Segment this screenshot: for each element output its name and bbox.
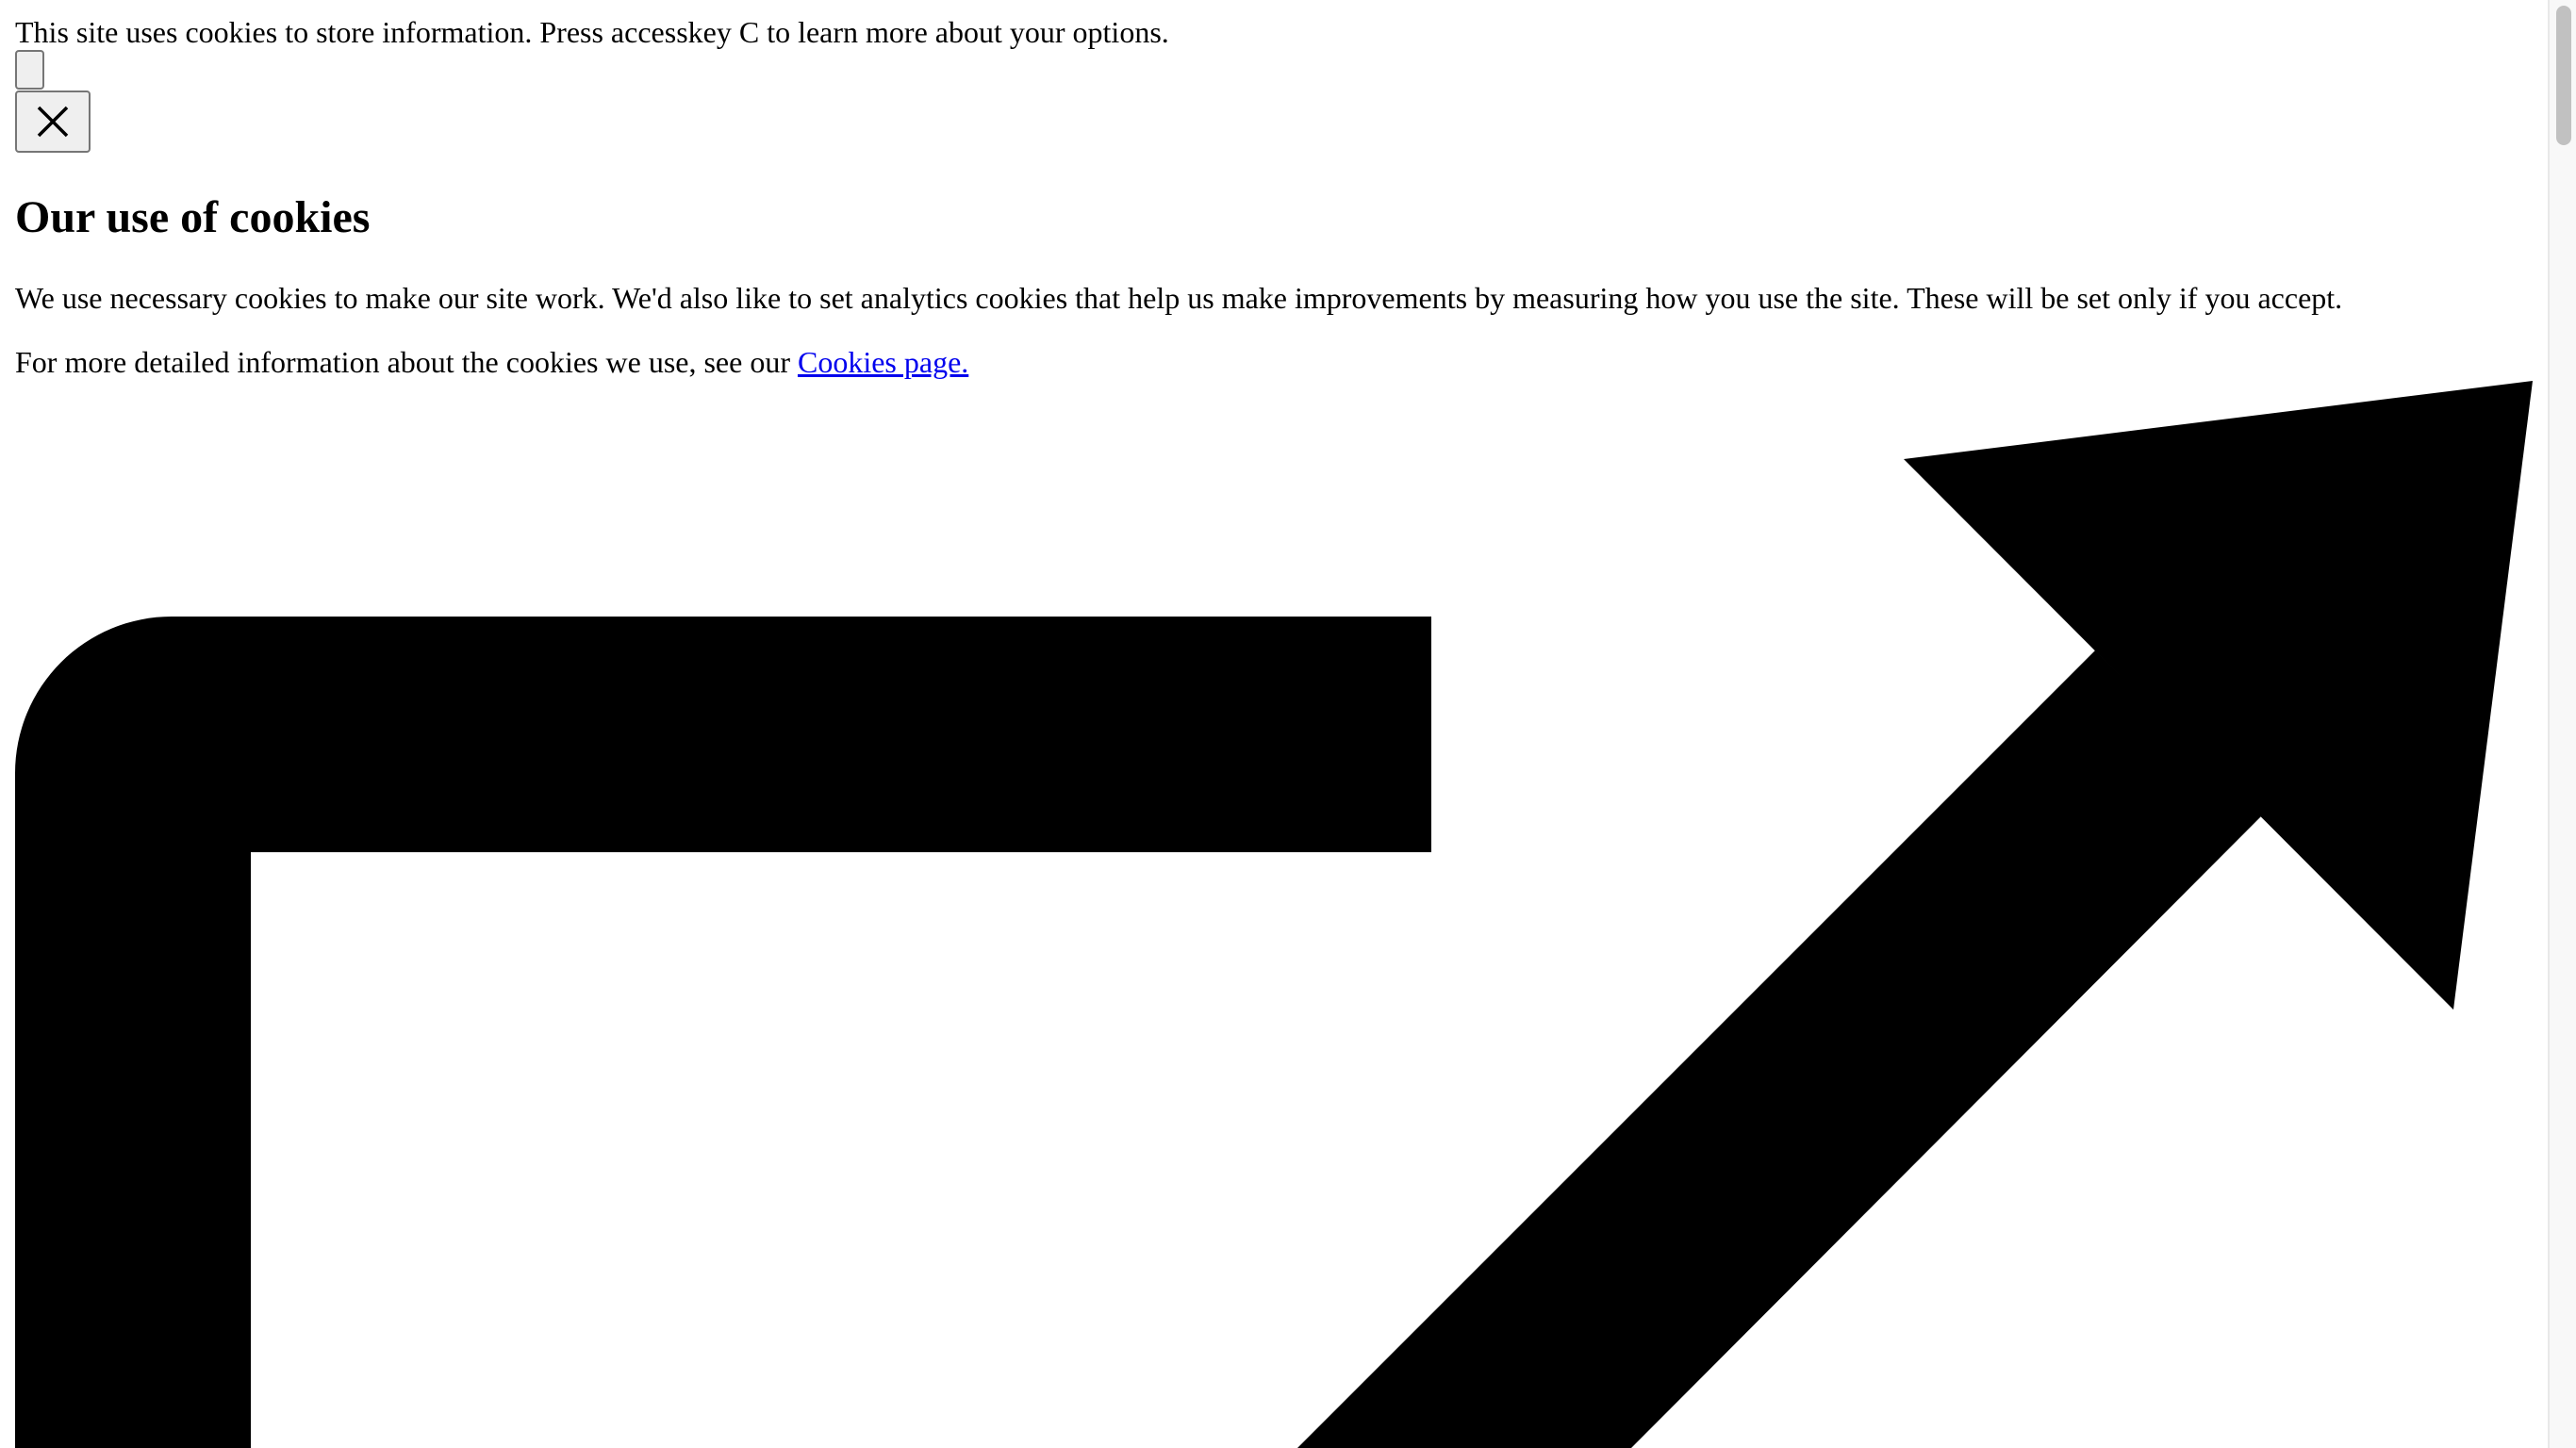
cookie-notice-text: This site uses cookies to store informat… <box>15 15 1169 49</box>
cookies-page-link[interactable]: Cookies page. <box>798 345 968 379</box>
cookie-options-button[interactable] <box>15 50 44 90</box>
close-button[interactable] <box>15 90 91 153</box>
external-link-icon <box>15 381 2533 1448</box>
close-icon <box>36 105 70 139</box>
cookie-intro-text: We use necessary cookies to make our sit… <box>15 281 2343 315</box>
vertical-scrollbar[interactable] <box>2548 0 2576 1448</box>
more-info-prefix: For more detailed information about the … <box>15 345 798 379</box>
page: This site uses cookies to store informat… <box>0 0 2548 1448</box>
cookie-more-info: For more detailed information about the … <box>15 343 968 381</box>
scrollbar-thumb[interactable] <box>2556 6 2571 145</box>
cookie-heading: Our use of cookies <box>15 192 371 242</box>
